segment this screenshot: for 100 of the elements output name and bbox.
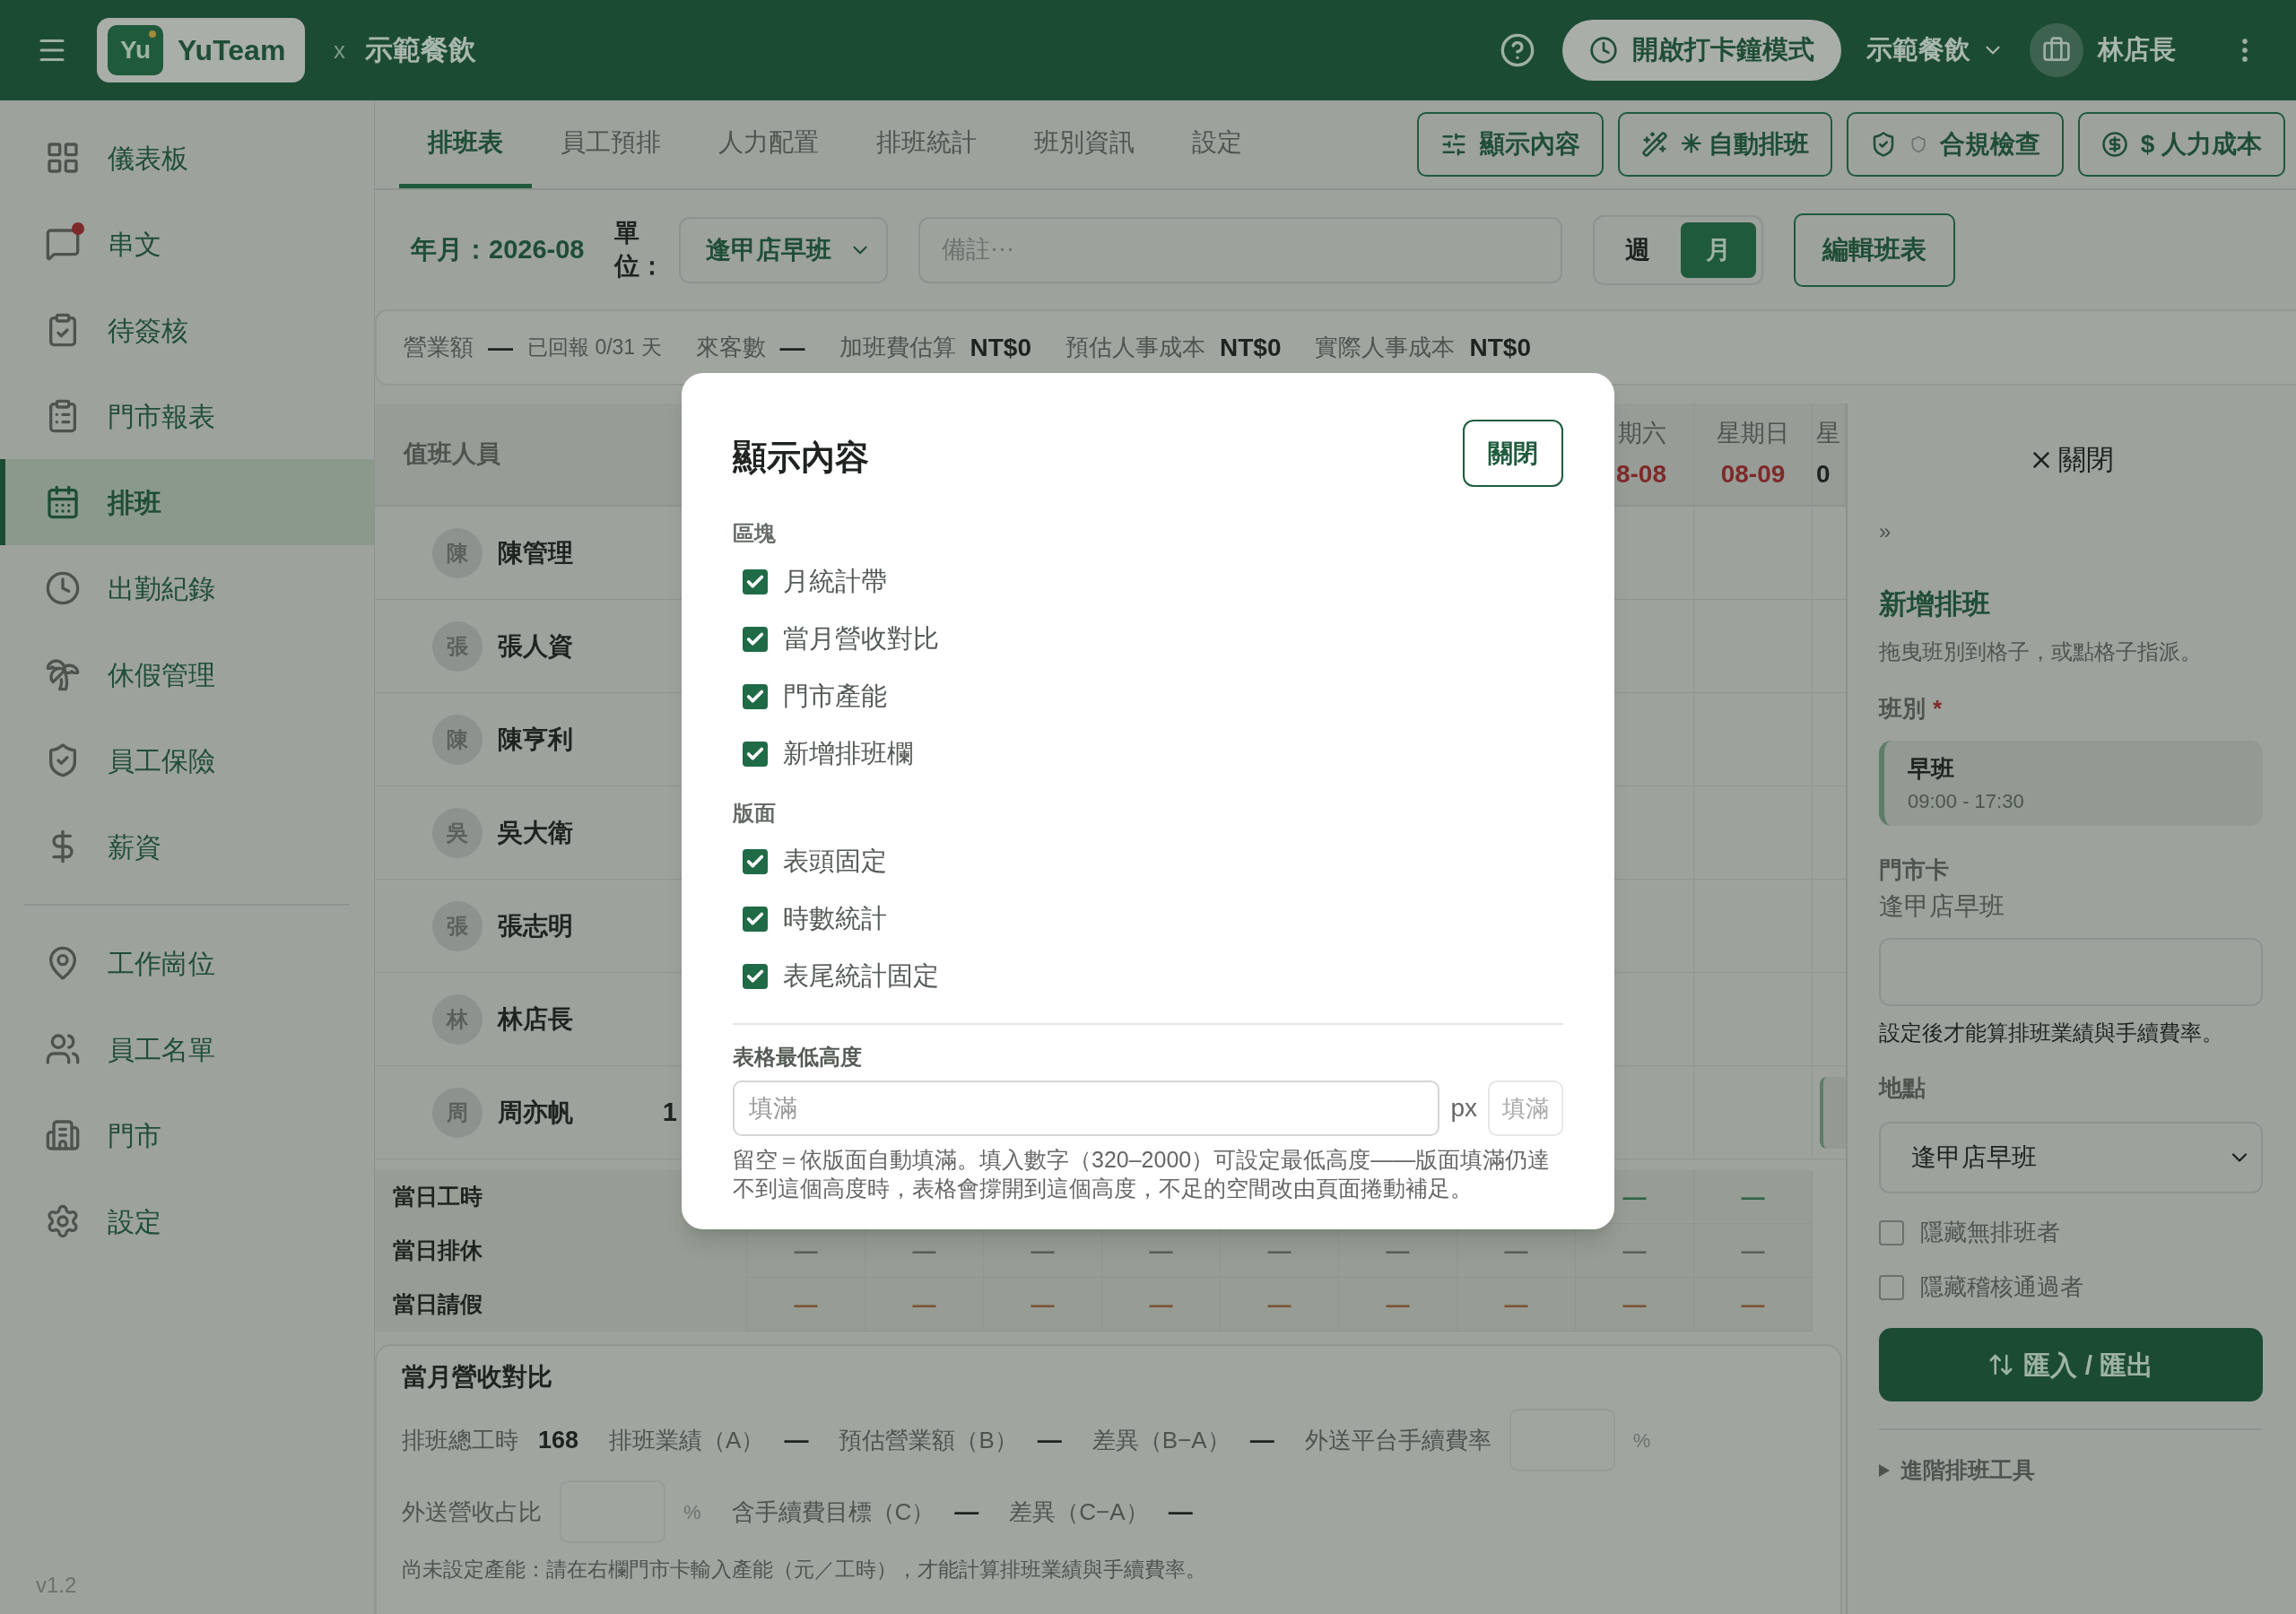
date-header: 0: [1816, 458, 1831, 490]
field-label: 地點: [1879, 1073, 1926, 1103]
close-panel-button[interactable]: 關閉: [2028, 439, 2114, 482]
collapse-toggle[interactable]: »: [1879, 515, 1892, 548]
staff-name: 林店長: [498, 1003, 573, 1035]
clock-mode-button[interactable]: 開啟打卡鐘模式: [1562, 20, 1841, 81]
user-name[interactable]: 林店長: [2098, 30, 2176, 70]
summary-cell: —: [984, 1278, 1102, 1332]
calendar-icon: [45, 484, 81, 520]
toolbar-button[interactable]: ✳ 自動排班: [1617, 112, 1832, 177]
summary-cell: —: [1102, 1278, 1221, 1332]
checkbox[interactable]: [743, 849, 768, 874]
metric-value: —: [954, 1497, 979, 1527]
panel-hint: 拖曳班別到格子，或點格子指派。: [1879, 638, 2203, 665]
close-button[interactable]: 關閉: [1463, 420, 1563, 487]
people-icon: [45, 1031, 81, 1067]
tab[interactable]: 設定: [1163, 100, 1271, 188]
checkbox[interactable]: [1879, 1219, 1904, 1245]
sidebar-item[interactable]: 薪資: [0, 803, 374, 889]
location-select[interactable]: 逢甲店早班: [1879, 1122, 2263, 1193]
stat-value: NT$0: [970, 332, 1031, 363]
unit-select[interactable]: 逢甲店早班: [678, 216, 888, 283]
palm-tree-icon: [45, 656, 81, 692]
sidebar-item[interactable]: 門市報表: [0, 373, 374, 459]
brand-logo[interactable]: Yu YuTeam: [97, 18, 305, 82]
staff-name: 張人資: [498, 630, 573, 662]
sidebar-item[interactable]: 排班: [0, 459, 374, 545]
tab[interactable]: 班別資訊: [1005, 100, 1163, 188]
field-label: 外送營收占比: [402, 1497, 542, 1527]
checkbox[interactable]: [743, 907, 768, 932]
checkbox[interactable]: [743, 627, 768, 652]
date-header: 08-09: [1720, 458, 1786, 490]
shift-time: 09:00 - 17:30: [1908, 788, 2025, 814]
stat-note: 已回報 0/31 天: [527, 334, 662, 361]
panel-title: 新增排班: [1879, 586, 1991, 621]
summary-label: 當日請假: [375, 1278, 747, 1332]
sidebar-item[interactable]: 工作崗位: [0, 920, 375, 1006]
edit-schedule-button[interactable]: 編輯班表: [1793, 213, 1955, 287]
sidebar-item[interactable]: 門市: [0, 1092, 375, 1178]
toolbar-button[interactable]: 合規檢查: [1846, 112, 2064, 177]
summary-cell: —: [1576, 1278, 1694, 1332]
toolbar-button[interactable]: $ 人力成本: [2077, 112, 2285, 177]
sidebar-item[interactable]: 儀表板: [0, 115, 374, 201]
import-export-button[interactable]: 匯入 / 匯出: [1879, 1328, 2263, 1401]
view-mode-tab[interactable]: 週: [1599, 221, 1675, 278]
brand-name: YuTeam: [178, 33, 286, 68]
metric-value: —: [1037, 1425, 1062, 1455]
shift-card[interactable]: 早班 09:00 - 17:30: [1879, 741, 2263, 826]
tab[interactable]: 排班統計: [848, 100, 1005, 188]
tab[interactable]: 人力配置: [690, 100, 848, 188]
sidebar-item[interactable]: 出勤紀錄: [0, 545, 374, 631]
weekday-header: 星期日: [1717, 419, 1789, 449]
summary-cell: —: [747, 1278, 865, 1332]
stat-value: —: [779, 332, 805, 363]
org-switcher[interactable]: 示範餐飲: [1866, 30, 2005, 70]
checkbox[interactable]: [743, 569, 768, 594]
summary-cell: —: [865, 1278, 984, 1332]
weekday-header: 期六: [1618, 419, 1666, 449]
tab[interactable]: 員工預排: [532, 100, 690, 188]
building-icon: [45, 1117, 81, 1153]
checkbox-label: 新增排班欄: [783, 738, 913, 770]
sidebar-item[interactable]: 休假管理: [0, 631, 374, 717]
checkbox[interactable]: [743, 684, 768, 709]
advanced-tools-toggle[interactable]: 進階排班工具: [1879, 1453, 2263, 1488]
sidebar-item[interactable]: 設定: [0, 1178, 375, 1264]
toolbar-button[interactable]: 顯示內容: [1416, 112, 1604, 177]
checkbox[interactable]: [1879, 1274, 1904, 1300]
stat-label: 營業額: [404, 333, 474, 362]
summary-cell: —: [1694, 1278, 1813, 1332]
sidebar-item[interactable]: 串文: [0, 201, 374, 287]
view-mode-tab[interactable]: 月: [1680, 221, 1756, 278]
fill-button[interactable]: 填滿: [1488, 1080, 1563, 1136]
sidebar-item[interactable]: 員工名單: [0, 1006, 375, 1092]
separator-text: x: [334, 35, 345, 65]
field-label: 班別: [1879, 694, 1926, 724]
tab[interactable]: 排班表: [399, 100, 532, 188]
summary-cell: —: [1457, 1278, 1576, 1332]
metric-value: 168: [538, 1425, 579, 1455]
summary-cell: —: [1694, 1170, 1813, 1224]
checkbox-label: 月統計帶: [783, 566, 887, 598]
help-icon[interactable]: [1500, 32, 1535, 68]
metric-label: 含手續費目標（C）: [731, 1497, 935, 1527]
date-header: 8-08: [1615, 458, 1666, 490]
field-label: 表格最低高度: [733, 1044, 863, 1071]
stat-label: 實際人事成本: [1315, 333, 1456, 362]
summary-cell: —: [1576, 1224, 1694, 1278]
metric-label: 差異（B−A）: [1091, 1425, 1231, 1455]
stat-label: 加班費估算: [839, 333, 956, 362]
metric-label: 排班總工時: [402, 1425, 518, 1455]
section-label: 區塊: [733, 520, 777, 547]
org-name: 示範餐飲: [365, 32, 476, 67]
checkbox[interactable]: [743, 742, 768, 767]
summary-cell: —: [1694, 1224, 1813, 1278]
metric-label: 排班業績（A）: [609, 1425, 765, 1455]
min-height-field[interactable]: 填滿: [733, 1080, 1440, 1136]
checkbox[interactable]: [743, 964, 768, 989]
settings-icon: [45, 1203, 81, 1239]
unit-label: %: [1632, 1427, 1651, 1453]
sidebar-item[interactable]: 待簽核: [0, 287, 374, 373]
sidebar-item[interactable]: 員工保險: [0, 717, 374, 803]
